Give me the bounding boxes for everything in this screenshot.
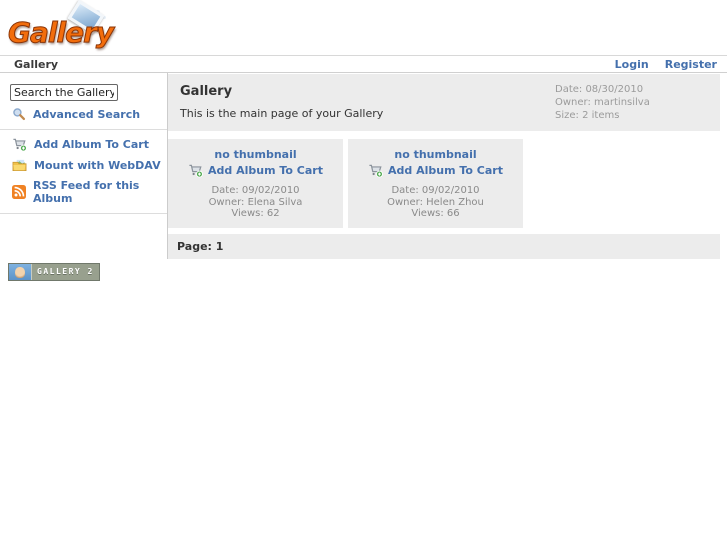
content-area: Advanced Search Add Album To Cart Mount …: [0, 73, 727, 259]
cart-icon: [369, 164, 383, 178]
breadcrumb-bar: Gallery Login Register: [0, 55, 727, 73]
album-thumbnail-link[interactable]: no thumbnail: [214, 148, 296, 161]
album-views: Views: 66: [411, 208, 460, 219]
album-thumbnail-link[interactable]: no thumbnail: [394, 148, 476, 161]
search-input[interactable]: [10, 84, 118, 101]
sidebar-item-rss-feed[interactable]: RSS Feed for this Album: [12, 179, 167, 205]
divider: [0, 213, 167, 214]
album-details: Date: 09/02/2010 Owner: Helen Zhou Views…: [352, 185, 519, 220]
sidebar-item-label: Mount with WebDAV: [34, 159, 161, 172]
album-details: Date: 09/02/2010 Owner: Elena Silva View…: [172, 185, 339, 220]
add-album-to-cart-link[interactable]: Add Album To Cart: [368, 163, 503, 178]
cart-link-label: Add Album To Cart: [208, 164, 323, 177]
album-meta: Date: 08/30/2010 Owner: martinsilva Size…: [555, 83, 650, 122]
login-link[interactable]: Login: [615, 58, 649, 71]
breadcrumb[interactable]: Gallery: [14, 58, 58, 71]
sidebar: Advanced Search Add Album To Cart Mount …: [0, 73, 168, 259]
album-date: Date: 09/02/2010: [391, 185, 480, 196]
app-header: Gallery: [0, 0, 727, 55]
divider: [0, 129, 167, 130]
register-link[interactable]: Register: [665, 58, 717, 71]
album-grid: no thumbnail Add Album To Cart Date: 09/…: [168, 139, 720, 228]
meta-size: Size: 2 items: [555, 110, 620, 121]
sidebar-item-add-album-to-cart[interactable]: Add Album To Cart: [12, 137, 167, 152]
main-column: Gallery This is the main page of your Ga…: [168, 73, 720, 259]
sidebar-item-mount-webdav[interactable]: Mount with WebDAV: [12, 158, 167, 173]
album-card: no thumbnail Add Album To Cart Date: 09/…: [168, 139, 343, 228]
logo-text: Gallery: [7, 16, 114, 50]
sidebar-item-label: RSS Feed for this Album: [33, 179, 140, 205]
meta-owner: Owner: martinsilva: [555, 97, 650, 108]
advanced-search-label: Advanced Search: [33, 107, 141, 121]
pager: Page: 1: [168, 233, 720, 259]
rss-icon: [12, 185, 26, 199]
album-owner: Owner: Elena Silva: [208, 196, 303, 208]
gallery-logo[interactable]: Gallery: [7, 0, 118, 50]
cart-icon: [13, 138, 27, 152]
album-header-block: Gallery This is the main page of your Ga…: [168, 74, 720, 131]
webdav-icon: [12, 158, 27, 172]
badge-photo-icon: [9, 263, 32, 280]
add-album-to-cart-link[interactable]: Add Album To Cart: [188, 163, 323, 178]
cart-icon: [189, 164, 203, 178]
face-icon: [15, 266, 25, 278]
search-icon: [13, 108, 26, 121]
gallery2-badge[interactable]: GALLERY 2: [8, 262, 100, 281]
sidebar-item-label: Add Album To Cart: [34, 138, 149, 151]
album-owner: Owner: Helen Zhou: [387, 196, 484, 208]
cart-link-label: Add Album To Cart: [388, 164, 503, 177]
user-links: Login Register: [615, 58, 717, 71]
advanced-search-link[interactable]: Advanced Search: [12, 107, 167, 121]
album-card: no thumbnail Add Album To Cart Date: 09/…: [348, 139, 523, 228]
badge-label: GALLERY 2: [37, 267, 94, 276]
meta-date: Date: 08/30/2010: [555, 84, 644, 95]
album-date: Date: 09/02/2010: [211, 185, 300, 196]
album-views: Views: 62: [231, 208, 280, 219]
